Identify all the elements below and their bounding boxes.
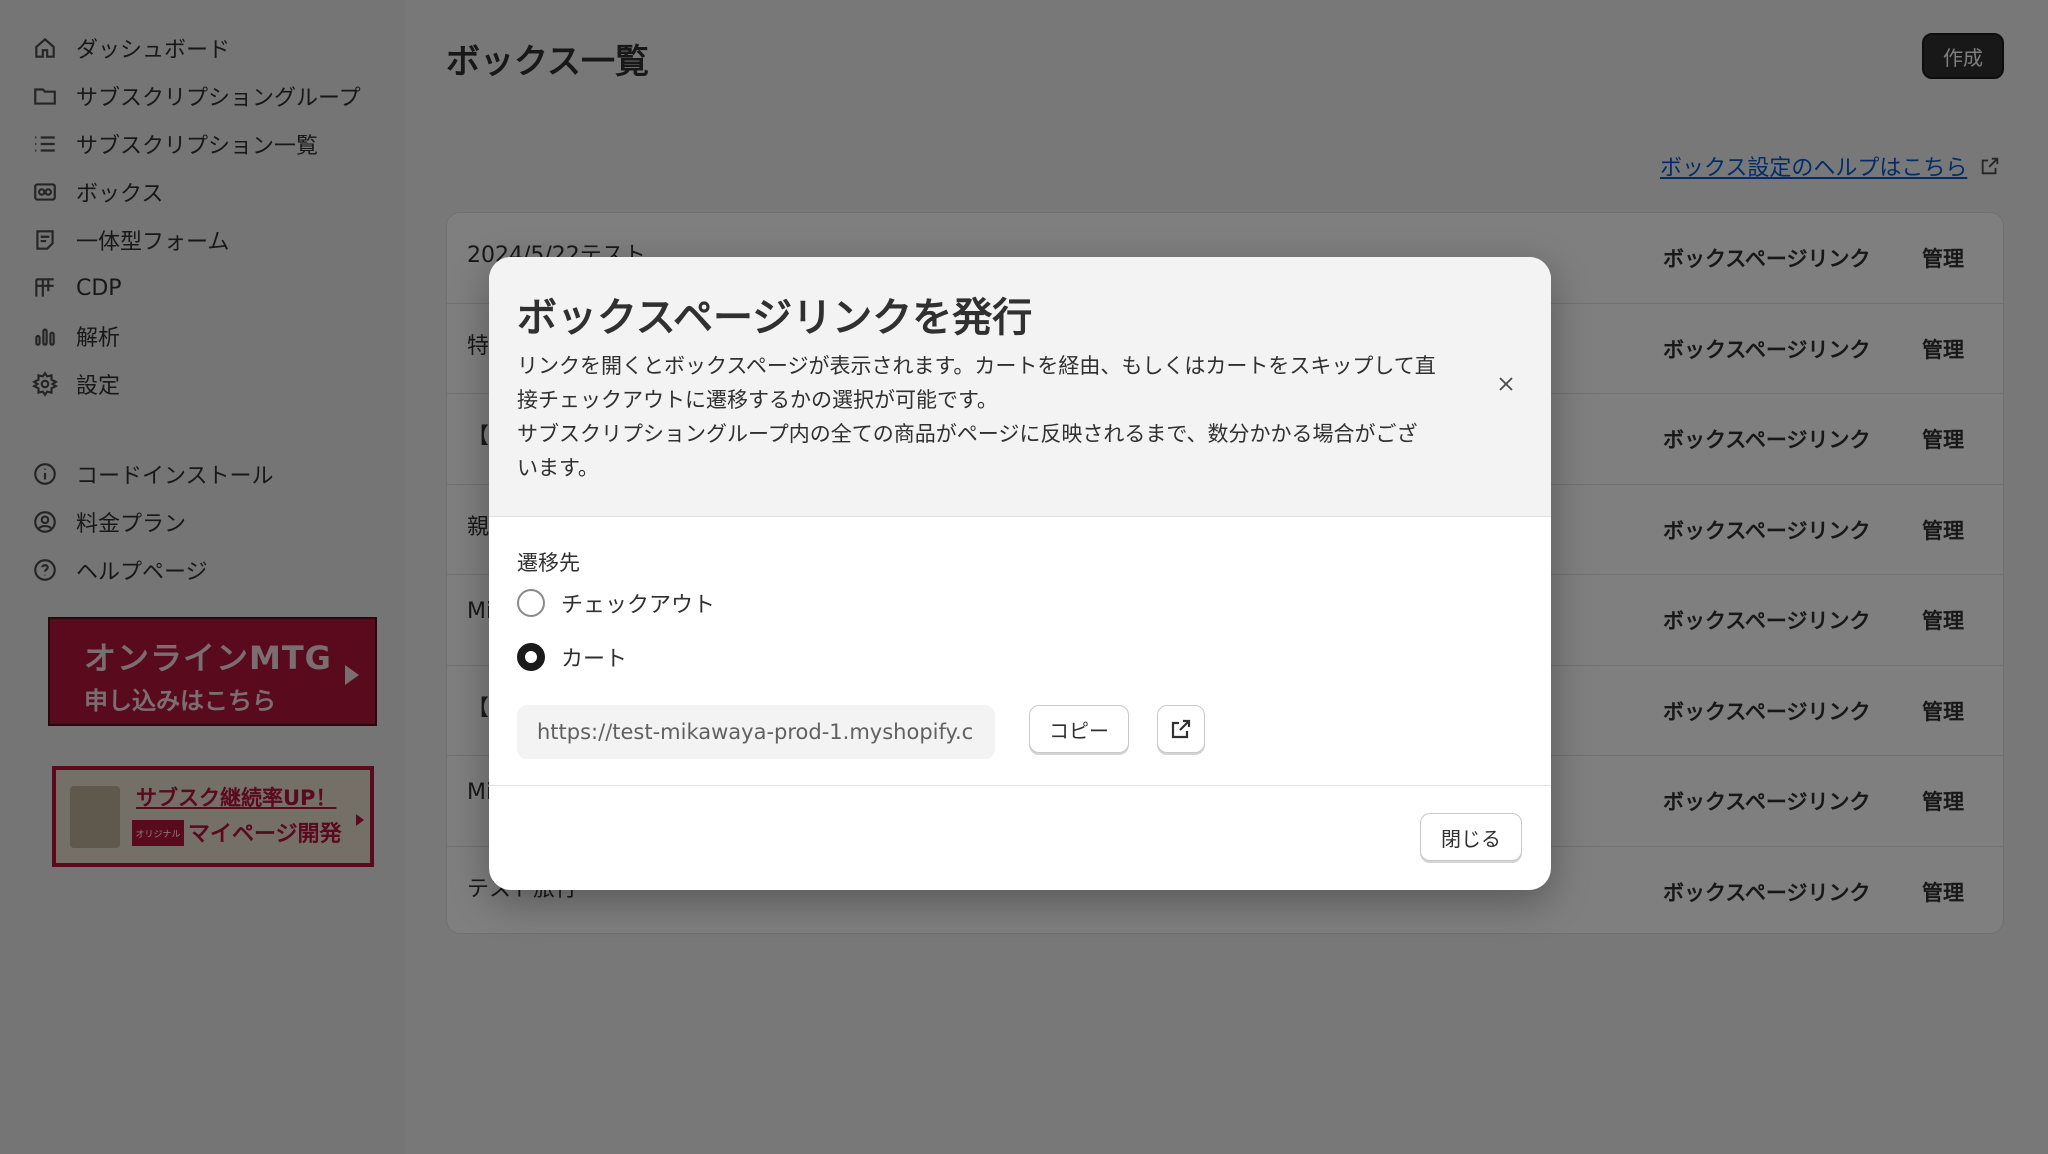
url-field[interactable]: https://test-mikawaya-prod-1.myshopify.c (517, 705, 995, 759)
radio-button[interactable] (517, 643, 545, 671)
close-icon (1499, 377, 1513, 391)
open-link-button[interactable] (1157, 705, 1205, 753)
destination-label: 遷移先 (517, 551, 580, 575)
radio-button[interactable] (517, 589, 545, 617)
radio-option-checkout[interactable]: チェックアウト (517, 587, 715, 619)
modal-description: リンクを開くとボックスページが表示されます。カートを経由、もしくはカートをスキッ… (517, 349, 1437, 485)
radio-label: チェックアウト (561, 593, 716, 618)
modal-title: ボックスページリンクを発行 (517, 295, 1033, 341)
modal-divider (489, 785, 1551, 786)
box-page-link-modal: ボックスページリンクを発行 リンクを開くとボックスページが表示されます。カートを… (489, 257, 1551, 890)
radio-label: カート (561, 647, 628, 672)
external-link-icon (1171, 719, 1191, 739)
close-button[interactable]: 閉じる (1420, 813, 1522, 861)
description-line: サブスクリプショングループ内の全ての商品がページに反映されるまで、数分かかる場合… (517, 422, 1418, 480)
modal-close-button[interactable] (1491, 369, 1521, 399)
description-line: リンクを開くとボックスページが表示されます。カートを経由、もしくはカートをスキッ… (517, 354, 1436, 412)
radio-option-cart[interactable]: カート (517, 641, 627, 673)
copy-button[interactable]: コピー (1029, 705, 1129, 753)
modal-header: ボックスページリンクを発行 リンクを開くとボックスページが表示されます。カートを… (489, 257, 1551, 517)
